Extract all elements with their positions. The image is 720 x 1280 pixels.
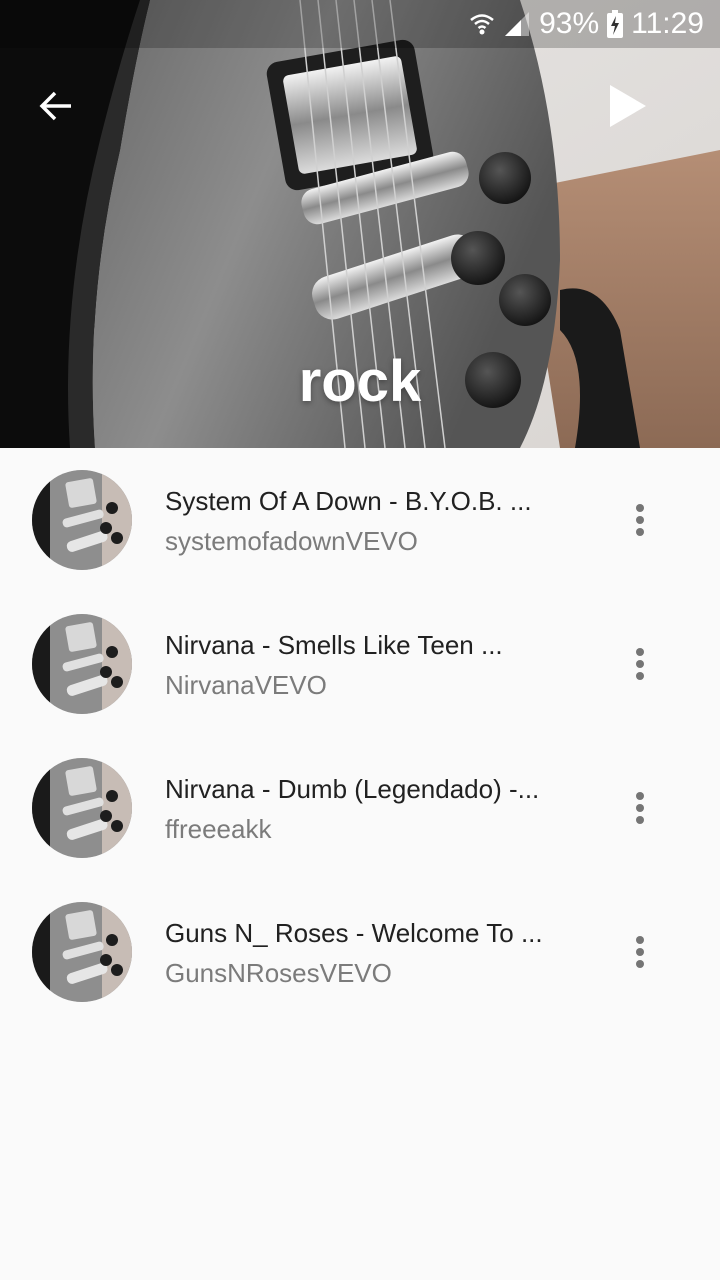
more-options-button[interactable]	[612, 926, 668, 978]
battery-percentage: 93%	[539, 7, 600, 40]
song-thumbnail	[32, 758, 132, 858]
battery-charging-icon	[607, 10, 624, 38]
playlist-title: rock	[298, 349, 422, 414]
status-bar: 93% 11:29	[0, 0, 720, 48]
clock: 11:29	[631, 7, 704, 40]
song-thumbnail	[32, 902, 132, 1002]
arrow-back-icon	[39, 91, 71, 121]
song-channel: NirvanaVEVO	[165, 670, 327, 700]
song-title: Nirvana - Smells Like Teen ...	[165, 630, 503, 660]
song-title: Nirvana - Dumb (Legendado) -...	[165, 774, 540, 804]
more-options-button[interactable]	[612, 782, 668, 834]
signal-icon	[503, 10, 531, 38]
song-list: System Of A Down - B.Y.O.B. ... systemof…	[0, 448, 720, 1024]
song-thumbnail	[32, 614, 132, 714]
song-channel: ffreeeakk	[165, 814, 272, 844]
song-row[interactable]: Guns N_ Roses - Welcome To ... GunsNRose…	[0, 880, 720, 1024]
more-options-button[interactable]	[612, 638, 668, 690]
playlist-header: 93% 11:29 rock	[0, 0, 720, 448]
back-button[interactable]	[20, 70, 92, 142]
song-row[interactable]: Nirvana - Dumb (Legendado) -... ffreeeak…	[0, 736, 720, 880]
song-row[interactable]: System Of A Down - B.Y.O.B. ... systemof…	[0, 448, 720, 592]
song-channel: GunsNRosesVEVO	[165, 958, 392, 988]
wifi-icon	[469, 11, 495, 37]
song-row[interactable]: Nirvana - Smells Like Teen ... NirvanaVE…	[0, 592, 720, 736]
song-title: Guns N_ Roses - Welcome To ...	[165, 918, 543, 948]
play-all-button[interactable]	[592, 70, 664, 142]
more-options-button[interactable]	[612, 494, 668, 546]
more-vert-icon	[636, 792, 644, 824]
more-vert-icon	[636, 936, 644, 968]
more-vert-icon	[636, 648, 644, 680]
more-vert-icon	[636, 504, 644, 536]
song-title: System Of A Down - B.Y.O.B. ...	[165, 486, 532, 516]
play-icon	[610, 85, 646, 127]
song-thumbnail	[32, 470, 132, 570]
song-channel: systemofadownVEVO	[165, 526, 418, 556]
